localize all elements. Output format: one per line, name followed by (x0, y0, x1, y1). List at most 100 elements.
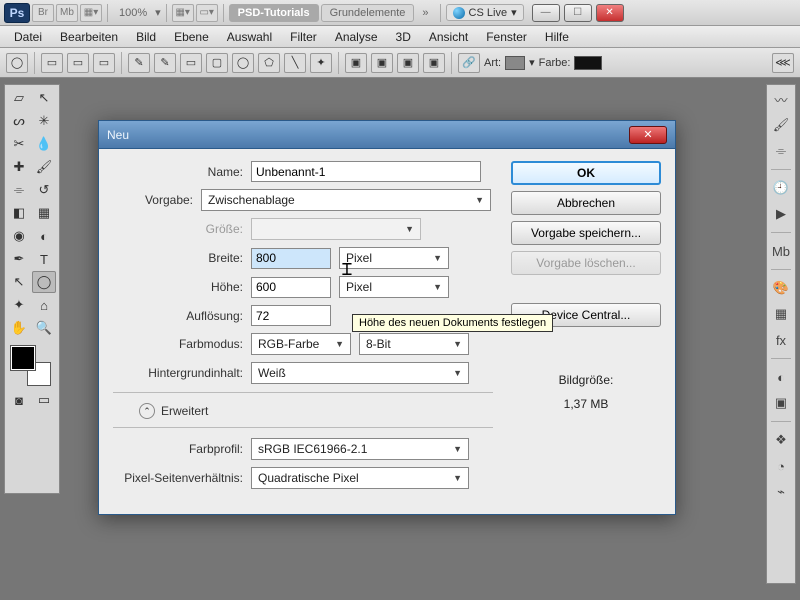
styles-panel-icon[interactable]: fx (771, 330, 791, 350)
fill-pixels-icon[interactable]: ▭ (93, 53, 115, 73)
color-swatch[interactable] (574, 56, 602, 70)
3d-tool-icon[interactable]: ✦ (7, 294, 31, 316)
polygon-icon[interactable]: ⬠ (258, 53, 280, 73)
path-select-icon[interactable]: ↖ (7, 271, 31, 293)
combine-icon[interactable]: ▣ (345, 53, 367, 73)
style-swatch[interactable] (505, 56, 525, 70)
menu-ansicht[interactable]: Ansicht (421, 28, 476, 46)
brush-tool-icon[interactable]: 🖌 (32, 156, 56, 178)
layers-panel-icon[interactable]: ❖ (771, 430, 791, 450)
shape-layers-icon[interactable]: ▭ (41, 53, 63, 73)
menu-bearbeiten[interactable]: Bearbeiten (52, 28, 126, 46)
paths-panel-icon[interactable]: ⌁ (771, 482, 791, 502)
workspace-overflow[interactable]: » (416, 7, 434, 19)
link-icon[interactable]: 🔗 (458, 53, 480, 73)
ellipse-icon[interactable]: ◯ (232, 53, 254, 73)
line-icon[interactable]: ╲ (284, 53, 306, 73)
preset-combo[interactable]: Zwischenablage▼ (201, 189, 491, 211)
ok-button[interactable]: OK (511, 161, 661, 185)
screenmode-tool-icon[interactable]: ▭ (32, 389, 56, 411)
clone-stamp-icon[interactable]: ⌯ (7, 179, 31, 201)
color-panel-icon[interactable]: 🎨 (771, 278, 791, 298)
channels-panel-icon[interactable]: ◔ (771, 456, 791, 476)
bitdepth-combo[interactable]: 8-Bit▼ (359, 333, 469, 355)
healing-brush-icon[interactable]: ✚ (7, 156, 31, 178)
name-input[interactable] (251, 161, 481, 182)
eraser-tool-icon[interactable]: ◧ (7, 202, 31, 224)
menu-fenster[interactable]: Fenster (478, 28, 535, 46)
dodge-tool-icon[interactable]: ◐ (32, 225, 56, 247)
clone-panel-icon[interactable]: ⌯ (771, 141, 791, 161)
screenmode-button[interactable]: ▭▾ (196, 4, 218, 22)
swatches-panel-icon[interactable]: ▦ (771, 304, 791, 324)
exclude-icon[interactable]: ▣ (423, 53, 445, 73)
menu-auswahl[interactable]: Auswahl (219, 28, 280, 46)
paths-icon[interactable]: ▭ (67, 53, 89, 73)
fg-color-swatch[interactable] (11, 346, 35, 370)
custom-shape-icon[interactable]: ✦ (310, 53, 332, 73)
rect-icon[interactable]: ▭ (180, 53, 202, 73)
workspace-tab-active[interactable]: PSD-Tutorials (229, 4, 319, 22)
move-tool-icon[interactable]: ▱ (7, 87, 31, 109)
brushpresets-panel-icon[interactable]: 🖌 (771, 115, 791, 135)
subtract-icon[interactable]: ▣ (371, 53, 393, 73)
cs-live-button[interactable]: CS Live▾ (446, 4, 524, 21)
menu-hilfe[interactable]: Hilfe (537, 28, 577, 46)
pen-tool-icon[interactable]: ✒ (7, 248, 31, 270)
history-panel-icon[interactable]: 🕘 (771, 178, 791, 198)
intersect-icon[interactable]: ▣ (397, 53, 419, 73)
gradient-tool-icon[interactable]: ▦ (32, 202, 56, 224)
blur-tool-icon[interactable]: ◉ (7, 225, 31, 247)
type-tool-icon[interactable]: T (32, 248, 56, 270)
menu-ebene[interactable]: Ebene (166, 28, 217, 46)
background-combo[interactable]: Weiß▼ (251, 362, 469, 384)
brush-panel-icon[interactable]: 〰 (771, 89, 791, 109)
cancel-button[interactable]: Abbrechen (511, 191, 661, 215)
maximize-button[interactable]: ☐ (564, 4, 592, 22)
menu-3d[interactable]: 3D (388, 28, 419, 46)
aspect-combo[interactable]: Quadratische Pixel▼ (251, 467, 469, 489)
zoom-tool-icon[interactable]: 🔍 (32, 317, 56, 339)
resolution-input[interactable] (251, 305, 331, 326)
hand-tool-icon[interactable]: ✋ (7, 317, 31, 339)
lasso-tool-icon[interactable]: ᔕ (7, 110, 31, 132)
close-button[interactable]: ✕ (596, 4, 624, 22)
dialog-close-button[interactable]: ✕ (629, 126, 667, 144)
pen-icon[interactable]: ✎ (128, 53, 150, 73)
magic-wand-icon[interactable]: ✳ (32, 110, 56, 132)
minimize-button[interactable]: — (532, 4, 560, 22)
crop-tool-icon[interactable]: ✂ (7, 133, 31, 155)
minibridge-panel-icon[interactable]: Mb (771, 241, 791, 261)
menu-bild[interactable]: Bild (128, 28, 164, 46)
3d-camera-icon[interactable]: ⌂ (32, 294, 56, 316)
bridge-button[interactable]: Br (32, 4, 54, 22)
dialog-titlebar[interactable]: Neu ✕ (99, 121, 675, 149)
minibridge-button[interactable]: Mb (56, 4, 78, 22)
width-unit-combo[interactable]: Pixel▼ (339, 247, 449, 269)
ellipse-tool-icon[interactable]: ◯ (32, 271, 56, 293)
arrange-docs-button[interactable]: ▦▾ (172, 4, 194, 22)
width-input[interactable] (251, 248, 331, 269)
freeform-pen-icon[interactable]: ✎ (154, 53, 176, 73)
tool-preset-icon[interactable]: ◯ (6, 53, 28, 73)
options-overflow-icon[interactable]: ⋘ (772, 53, 794, 73)
height-input[interactable] (251, 277, 331, 298)
rounded-rect-icon[interactable]: ▢ (206, 53, 228, 73)
eyedropper-tool-icon[interactable]: 💧 (32, 133, 56, 155)
height-unit-combo[interactable]: Pixel▼ (339, 276, 449, 298)
fg-bg-swatches[interactable] (7, 344, 55, 388)
profile-combo[interactable]: sRGB IEC61966-2.1▼ (251, 438, 469, 460)
advanced-toggle[interactable]: ⌃ Erweitert (139, 403, 493, 419)
save-preset-button[interactable]: Vorgabe speichern... (511, 221, 661, 245)
menu-datei[interactable]: Datei (6, 28, 50, 46)
quickmask-icon[interactable]: ◙ (7, 389, 31, 411)
zoom-level[interactable]: 100% (113, 7, 153, 19)
view-extras-button[interactable]: ▦▾ (80, 4, 102, 22)
workspace-tab[interactable]: Grundelemente (321, 4, 415, 22)
adjustments-panel-icon[interactable]: ◐ (771, 367, 791, 387)
masks-panel-icon[interactable]: ▣ (771, 393, 791, 413)
actions-panel-icon[interactable]: ▶ (771, 204, 791, 224)
menu-filter[interactable]: Filter (282, 28, 325, 46)
menu-analyse[interactable]: Analyse (327, 28, 386, 46)
history-brush-icon[interactable]: ↺ (32, 179, 56, 201)
